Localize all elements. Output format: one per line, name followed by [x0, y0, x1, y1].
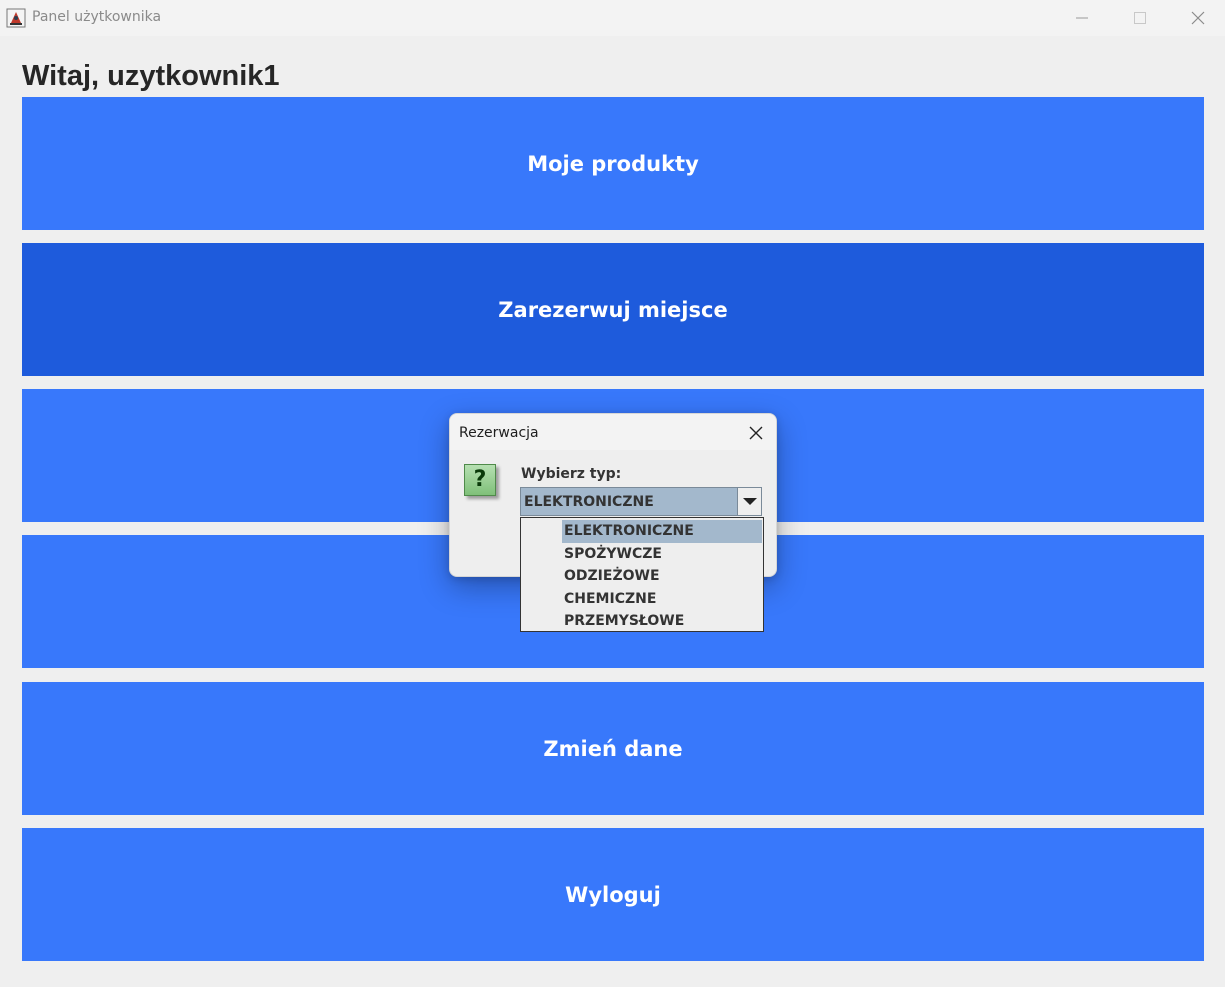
- minimize-button[interactable]: [1053, 0, 1111, 36]
- type-option-food[interactable]: SPOŻYWCZE: [562, 543, 762, 566]
- chevron-down-icon: [743, 498, 757, 505]
- window-titlebar[interactable]: Panel użytkownika: [0, 0, 1225, 36]
- minimize-icon: [1076, 17, 1088, 19]
- type-option-industrial[interactable]: PRZEMYSŁOWE: [562, 610, 762, 633]
- close-icon: [749, 426, 763, 440]
- close-icon: [1191, 11, 1205, 25]
- dialog-close-button[interactable]: [738, 418, 774, 446]
- window-title: Panel użytkownika: [32, 9, 162, 25]
- type-option-chemical[interactable]: CHEMICZNE: [562, 588, 762, 611]
- maximize-button[interactable]: [1111, 0, 1169, 36]
- type-dropdown-list: ELEKTRONICZNE SPOŻYWCZE ODZIEŻOWE CHEMIC…: [520, 517, 764, 632]
- close-button[interactable]: [1169, 0, 1225, 36]
- change-data-button[interactable]: Zmień dane: [22, 682, 1204, 815]
- type-option-electronic[interactable]: ELEKTRONICZNE: [562, 520, 762, 543]
- type-option-clothing[interactable]: ODZIEŻOWE: [562, 565, 762, 588]
- reserve-place-button[interactable]: Zarezerwuj miejsce: [22, 243, 1204, 376]
- my-products-button[interactable]: Moje produkty: [22, 97, 1204, 230]
- greeting-heading: Witaj, uzytkownik1: [22, 60, 280, 92]
- dialog-titlebar[interactable]: Rezerwacja: [450, 414, 776, 450]
- app-icon: [6, 8, 26, 28]
- question-icon: ?: [464, 464, 496, 496]
- type-select[interactable]: ELEKTRONICZNE: [520, 487, 762, 516]
- type-select-value: ELEKTRONICZNE: [524, 494, 654, 510]
- type-prompt-label: Wybierz typ:: [521, 466, 622, 482]
- logout-button[interactable]: Wyloguj: [22, 828, 1204, 961]
- dropdown-arrow-button[interactable]: [737, 488, 761, 515]
- maximize-icon: [1134, 12, 1146, 24]
- dialog-title: Rezerwacja: [459, 425, 539, 441]
